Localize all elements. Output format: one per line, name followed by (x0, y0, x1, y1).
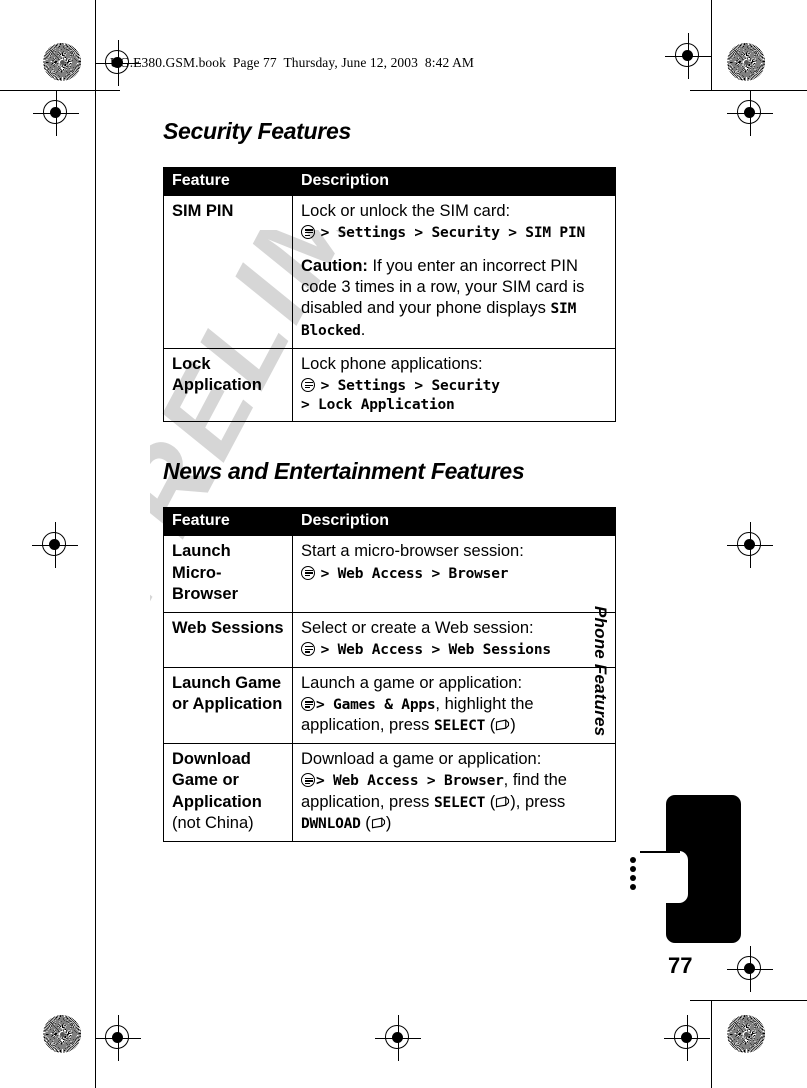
softkey-open-paren: ( (485, 792, 496, 811)
registration-mark-bottom-left (95, 1015, 141, 1061)
feature-sub-note: (not China) (172, 813, 254, 832)
column-header-feature: Feature (163, 507, 293, 537)
feature-name-web-sessions: Web Sessions (163, 611, 293, 668)
column-header-description: Description (292, 167, 616, 196)
feature-description-sim-pin: Lock or unlock the SIM card: > Settings … (292, 195, 616, 349)
feature-label: Download Game or Application (172, 750, 262, 811)
feature-name-sim-pin: SIM PIN (163, 195, 293, 349)
table-row: Launch Micro-Browser Start a micro-brows… (163, 535, 616, 613)
table-row: Web Sessions Select or create a Web sess… (163, 611, 616, 668)
registration-mark-left-upper (33, 90, 79, 136)
softkey-mid-text: ), press (510, 792, 566, 811)
feature-description-launch-game-or-application: Launch a game or application: > Games & … (292, 666, 616, 745)
registration-mark-left-middle (32, 522, 78, 568)
menu-path-text: > Web Access > Browser (316, 773, 504, 790)
security-features-table: Feature Description SIM PIN Lock or unlo… (163, 167, 616, 423)
news-entertainment-features-table: Feature Description Launch Micro-Browser… (163, 507, 616, 842)
menu-path-text: > Games & Apps (316, 697, 436, 714)
menu-path-text: > Web Access > Web Sessions (320, 641, 552, 658)
menu-path-line: > Web Access > Browser (301, 771, 504, 789)
soft-key-icon (496, 795, 510, 807)
trim-line-vertical-right-bottom (711, 1000, 712, 1088)
trim-line-horizontal-bottom-right (690, 1000, 807, 1001)
caution-label: Caution: (301, 257, 368, 276)
book-file-info: UG.E380.GSM.book Page 77 Thursday, June … (110, 55, 475, 70)
registration-mark-bottom-center (664, 1015, 710, 1061)
soft-key-icon (371, 817, 385, 828)
caution-tail: . (360, 320, 366, 339)
description-line: Lock phone applications: (301, 354, 483, 373)
softkey-label-dwnload: DWNLOAD (301, 815, 361, 832)
menu-path-line: > Settings > Security > SIM PIN (301, 222, 607, 243)
trim-line-vertical-right (711, 0, 712, 90)
table-row: Launch Game or Application Launch a game… (163, 666, 616, 745)
column-header-description: Description (292, 507, 616, 537)
registration-mark-bottom-right (727, 946, 773, 992)
page-content: Security Features Feature Description SI… (163, 118, 616, 842)
trim-line-horizontal-top-right (690, 90, 807, 91)
menu-path-text: > Settings > Security (320, 377, 500, 394)
chapter-tab-label: Phone Features (591, 606, 610, 737)
table-row: Lock Application Lock phone applications… (163, 347, 616, 423)
description-line: Download a game or application: (301, 750, 542, 769)
list-lines-icon (630, 851, 688, 903)
feature-description-lock-application: Lock phone applications: > Settings > Se… (292, 347, 616, 423)
menu-path-line: > Games & Apps (301, 695, 436, 714)
softkey-label-select: SELECT (434, 718, 486, 735)
description-line: Start a micro-browser session: (301, 542, 524, 561)
menu-circle-icon (301, 641, 315, 656)
registration-mark-right-middle (727, 522, 773, 568)
softkey-close-paren-2: ) (385, 813, 392, 832)
menu-circle-icon (301, 225, 315, 240)
menu-path-line: > Web Access > Browser (301, 563, 607, 584)
page-number: 77 (668, 953, 693, 978)
softkey-open-paren-2: ( (360, 813, 371, 832)
trim-line-vertical-left (95, 0, 96, 1088)
menu-path-text: > Web Access > Browser (320, 565, 509, 582)
softkey-close-paren: ) (510, 716, 516, 735)
caution-note: Caution: If you enter an incorrect PIN c… (301, 256, 607, 340)
menu-circle-icon (301, 565, 315, 580)
menu-circle-icon (301, 697, 315, 712)
registration-mark-bottom-mid (375, 1015, 421, 1061)
menu-path-line: > Web Access > Web Sessions (301, 639, 607, 660)
table-row: SIM PIN Lock or unlock the SIM card: > S… (163, 195, 616, 349)
menu-circle-icon (301, 377, 315, 392)
menu-circle-icon (301, 773, 315, 788)
menu-path-line: > Settings > Security (301, 375, 607, 396)
starburst-mark-top-right (727, 43, 765, 81)
menu-path-text: > Settings > Security > SIM PIN (320, 225, 586, 242)
feature-description-download-game-or-application: Download a game or application: > Web Ac… (292, 743, 616, 842)
table-header-row: Feature Description (163, 507, 616, 537)
feature-name-lock-application: Lock Application (163, 347, 293, 423)
feature-name-download-game-or-application: Download Game or Application (not China) (163, 743, 293, 842)
section-heading-security: Security Features (163, 118, 351, 144)
feature-description-launch-micro-browser: Start a micro-browser session: > Web Acc… (292, 535, 616, 613)
description-line: Select or create a Web session: (301, 618, 534, 637)
menu-path-continuation: > Lock Application (301, 396, 455, 413)
starburst-mark-bottom-left (43, 1015, 81, 1053)
description-line: Launch a game or application: (301, 673, 523, 692)
softkey-label-select: SELECT (434, 794, 486, 811)
description-line: Lock or unlock the SIM card: (301, 202, 511, 220)
column-header-feature: Feature (163, 167, 293, 196)
table-header-row: Feature Description (163, 167, 616, 196)
registration-mark-right-upper (727, 90, 773, 136)
feature-name-launch-game-or-application: Launch Game or Application (163, 666, 293, 745)
table-row: Download Game or Application (not China)… (163, 743, 616, 842)
soft-key-icon (496, 719, 510, 731)
feature-name-launch-micro-browser: Launch Micro-Browser (163, 535, 293, 613)
chapter-thumb-tab (630, 795, 741, 943)
starburst-mark-top-left (43, 43, 81, 81)
softkey-open-paren: ( (485, 716, 496, 735)
section-heading-news-entertainment: News and Entertainment Features (163, 458, 525, 485)
starburst-mark-bottom-right (727, 1015, 765, 1053)
feature-description-web-sessions: Select or create a Web session: > Web Ac… (292, 611, 616, 668)
trim-line-horizontal-top (0, 90, 120, 91)
registration-mark-top-right (665, 33, 711, 79)
